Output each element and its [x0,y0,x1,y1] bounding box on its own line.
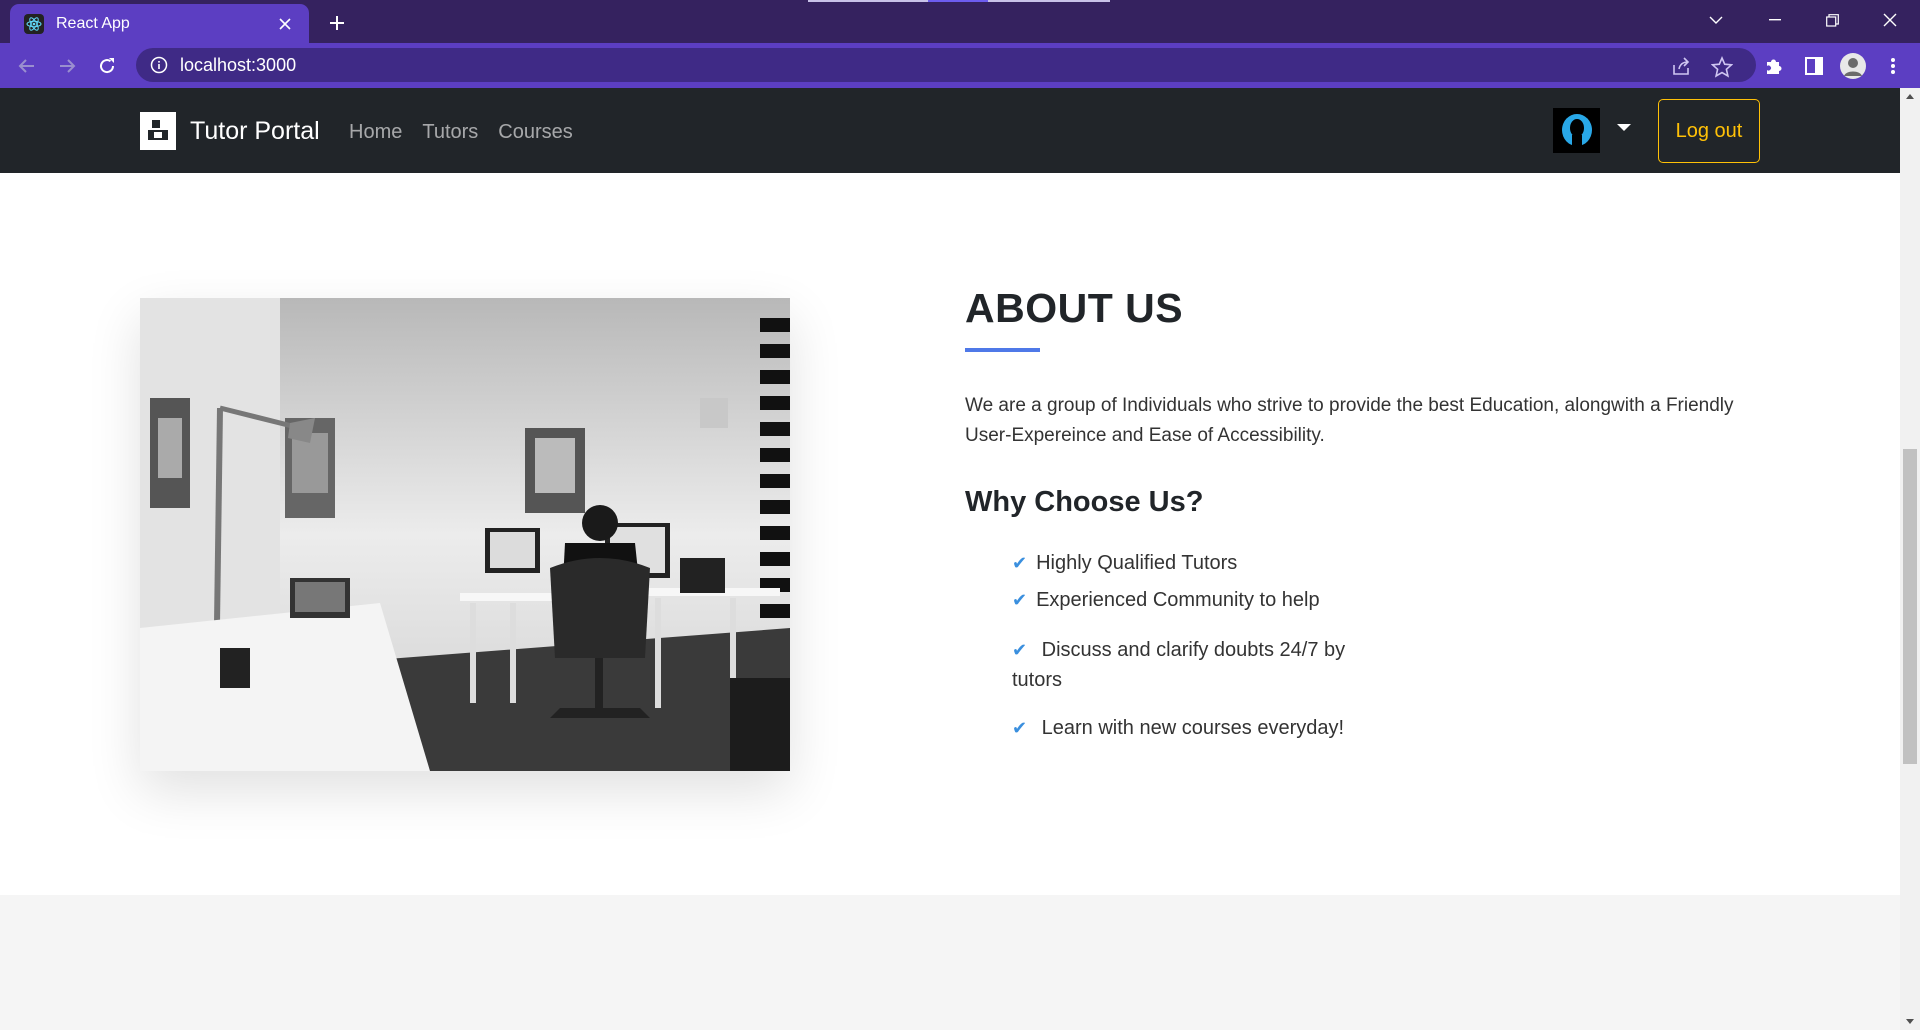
reload-icon[interactable] [92,51,122,81]
why-choose-title: Why Choose Us? [965,486,1204,518]
forward-arrow-icon[interactable] [52,51,82,81]
url-text: localhost:3000 [180,54,297,75]
feature-item: ✔ Learn with new courses everyday! [1012,717,1345,739]
feature-list: ✔ Experienced Community to help [1012,585,1320,615]
scroll-up-arrow-icon[interactable] [1906,94,1914,99]
brand-logo-icon [140,112,176,150]
feature-item: ✔ Highly Qualified Tutors [1012,552,1238,574]
page-viewport: Tutor Portal Home Tutors Courses Log out [0,88,1900,1030]
check-icon: ✔ [1012,590,1028,610]
share-icon[interactable] [1670,56,1692,78]
brand-title: Tutor Portal [190,116,320,145]
puzzle-icon[interactable] [1759,51,1789,81]
tab-title: React App [56,14,130,32]
nav-links: Home Tutors Courses [349,121,573,144]
address-bar[interactable]: localhost:3000 [136,48,1756,82]
browser-tabstrip: React App [0,0,1920,43]
nav-link-tutors[interactable]: Tutors [422,121,478,144]
about-description: We are a group of Individuals who strive… [965,395,1734,446]
title-underline [965,348,1040,352]
check-icon: ✔ [1012,553,1028,573]
nav-link-courses[interactable]: Courses [498,121,572,144]
feature-item: ✔ Discuss and clarify doubts 24/7 by tut… [1012,639,1346,691]
back-arrow-icon[interactable] [12,51,42,81]
close-icon[interactable] [271,10,299,38]
restore-icon[interactable] [1804,0,1860,40]
feature-item: ✔ Experienced Community to help [1012,589,1320,611]
chevron-down-icon[interactable] [1688,0,1744,40]
brand-link[interactable]: Tutor Portal [140,112,320,150]
check-icon: ✔ [1012,718,1028,738]
feature-list: ✔ Highly Qualified Tutors [1012,548,1237,578]
plus-icon[interactable] [322,7,352,37]
browser-toolbar: localhost:3000 [0,43,1920,88]
about-photo [140,298,790,771]
profile-avatar[interactable] [1838,51,1868,81]
side-panel-icon[interactable] [1799,51,1829,81]
user-dropdown-toggle[interactable] [1617,124,1631,131]
info-icon[interactable] [150,56,168,74]
logout-button[interactable]: Log out [1658,99,1760,163]
user-avatar[interactable] [1553,108,1600,153]
close-window-icon[interactable] [1862,0,1918,40]
next-section-band [0,895,1900,1030]
browser-tab[interactable]: React App [10,4,309,43]
scroll-down-arrow-icon[interactable] [1906,1019,1914,1024]
feature-list: ✔ Discuss and clarify doubts 24/7 by tut… [1012,635,1372,695]
check-icon: ✔ [1012,640,1028,660]
kebab-menu-icon[interactable] [1878,51,1908,81]
loading-indicator [808,0,1110,2]
nav-link-home[interactable]: Home [349,121,402,144]
feature-list: ✔ Learn with new courses everyday! [1012,713,1344,743]
scroll-thumb[interactable] [1903,449,1917,764]
site-navbar: Tutor Portal Home Tutors Courses Log out [0,88,1900,173]
page-scrollbar[interactable] [1900,88,1920,1030]
react-favicon-icon [24,13,44,34]
star-icon[interactable] [1710,55,1734,78]
about-title: ABOUT US [965,285,1184,331]
minimize-icon[interactable] [1747,0,1803,40]
